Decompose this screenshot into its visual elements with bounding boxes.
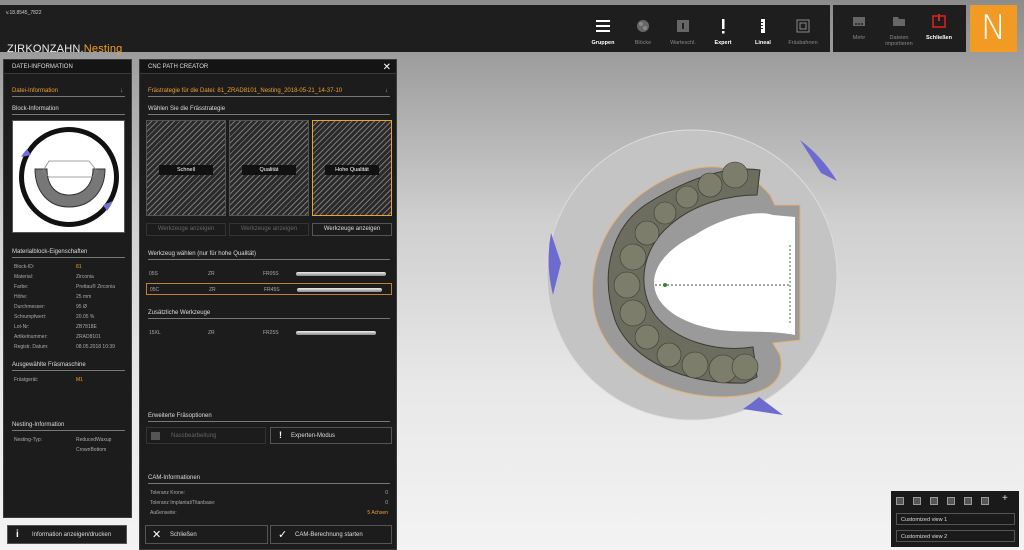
nesting-row-2: CrownBottom [76, 447, 107, 453]
print-info-button[interactable]: i Information anzeigen/drucken [7, 525, 127, 544]
prop-row: Artikelnummer: ZRAD8101 [14, 334, 101, 340]
blocks-icon [637, 20, 649, 32]
file-info-panel: DATEI-INFORMATION Datei-Information ↓ Blo… [3, 59, 132, 518]
tool-15xl-image [296, 331, 376, 335]
tool-05c-image [297, 288, 382, 292]
choose-strategy-heading: Wählen Sie die Frässtrategie [148, 106, 390, 115]
tool-05s-image [296, 272, 386, 276]
toolbar-lineal-button[interactable]: Lineal [743, 10, 783, 56]
prop-row: Lot-Nr: ZB7818E [14, 324, 97, 330]
close-button[interactable]: ✕ Schließen [145, 525, 268, 544]
custom-views-panel: + Customized view 1 Customized view 2 [891, 491, 1019, 547]
wet-machining-button[interactable]: Nassbearbeitung [146, 427, 266, 444]
app-brand: ZIRKONZAHN.Nesting [7, 43, 122, 55]
machine-row: Frästgerät: M1 [14, 377, 83, 383]
strategy-hohe-qualitaet-tile[interactable]: Hohe Qualität [312, 120, 392, 216]
custom-view-2[interactable]: Customized view 2 [896, 530, 1015, 542]
close-icon: ✕ [152, 529, 162, 541]
tool-row-15xl[interactable]: 15XL ZR FR25S [146, 327, 392, 339]
prop-row: Durchmesser: 95 Ø [14, 304, 87, 310]
toolbar-import-button[interactable]: Dateien importieren [879, 5, 919, 51]
section-nesting: Nesting-Information [12, 422, 125, 431]
prop-row: Material: Zirconia [14, 274, 94, 280]
close-icon[interactable]: ✕ [383, 62, 391, 73]
chevron-down-icon: ↓ [120, 88, 123, 94]
toolpath-icon [796, 19, 810, 33]
section-material-props: Materialblock-Eigenschaften [12, 249, 125, 258]
prop-row: Schrumpfwert: 20.05 % [14, 314, 95, 320]
block-edge-mark [800, 140, 837, 181]
prop-row: Höhe: 25 mm [14, 294, 92, 300]
nesting-row: Nesting-Typ: ReducedWaxup [14, 437, 112, 443]
nesting-3d-view[interactable] [545, 125, 840, 425]
strategy-schnell-tile[interactable]: Schnell [146, 120, 226, 216]
section-machine: Ausgewählte Fräsmaschine [12, 362, 125, 371]
chevron-down-icon: ↓ [385, 88, 388, 94]
file-strategy-line[interactable]: Frästrategie für die Datei: 81_ZRAD8101_… [148, 88, 390, 97]
right-toolbar: Mehr Dateien importieren Schließen [833, 5, 966, 52]
toolbar-bloecke-button[interactable]: Blöcke [623, 10, 663, 56]
check-icon: ✓ [278, 529, 288, 541]
grid-icon [151, 432, 160, 440]
custom-view-1[interactable]: Customized view 1 [896, 513, 1015, 525]
view-icon-5[interactable] [964, 497, 972, 505]
choose-tool-heading: Werkzeug wählen (nur für hohe Qualität) [148, 251, 390, 260]
brand-accent: Nesting [83, 43, 123, 55]
toolbar-fraesbahnen-button[interactable]: Fräsbahnen [783, 10, 823, 56]
cam-row: Außenseite: 5 Achsen [150, 510, 388, 516]
toolbar-gruppen-button[interactable]: Gruppen [583, 10, 623, 56]
toolbar-schliessen-button[interactable]: Schließen [919, 5, 959, 51]
cam-row: Toleranz Implantat/Titanbase: 0 [150, 500, 388, 506]
toolbar-mehr-button[interactable]: Mehr [839, 5, 879, 51]
toolbar-expert-button[interactable]: Expert [703, 10, 743, 56]
more-icon [853, 17, 865, 26]
view-icon-4[interactable] [947, 497, 955, 505]
exclamation-icon [722, 19, 725, 34]
view-icon-3[interactable] [930, 497, 938, 505]
list-icon [596, 20, 610, 32]
file-info-header: DATEI-INFORMATION [4, 60, 131, 74]
additional-tools-heading: Zusätzliche Werkzeuge [148, 310, 390, 319]
version-label: v.18.8545_7822 [6, 10, 42, 16]
view-icon-6[interactable] [981, 497, 989, 505]
cnc-header: CNC PATH CREATOR [140, 60, 396, 74]
section-block-info: Block-Information [12, 106, 125, 115]
prop-row: Farbe: Prettau® Zirconia [14, 284, 115, 290]
exclamation-icon: ! [279, 430, 282, 440]
start-cam-button[interactable]: ✓ CAM-Berechnung starten [270, 525, 392, 544]
show-tools-hohe-qualitaet-button[interactable]: Werkzeuge anzeigen [312, 223, 392, 236]
prop-row: Block-ID: 81 [14, 264, 82, 270]
add-view-icon[interactable]: + [1002, 493, 1008, 504]
show-tools-qualitaet-button[interactable]: Werkzeuge anzeigen [229, 223, 309, 236]
tool-row-05s[interactable]: 05S ZR FR05S [146, 268, 392, 280]
brand-main: ZIRKONZAHN. [7, 43, 84, 55]
expert-mode-button[interactable]: ! Experten-Modus [270, 427, 392, 444]
block-preview-image [19, 127, 119, 227]
queue-icon [677, 20, 689, 32]
nesting-logo: N [970, 5, 1017, 52]
top-toolbar: v.18.8545_7822 ZIRKONZAHN.Nesting Gruppe… [0, 5, 830, 55]
show-tools-schnell-button[interactable]: Werkzeuge anzeigen [146, 223, 226, 236]
cam-info-heading: CAM-Informationen [148, 475, 390, 484]
prop-row: Registr. Datum: 08.05.2018 10:39 [14, 344, 115, 350]
view-icon-1[interactable] [896, 497, 904, 505]
folder-icon [893, 17, 905, 26]
block-preview [12, 120, 125, 233]
tool-row-05c[interactable]: 05C ZR FR45S [146, 283, 392, 295]
extended-options-heading: Erweiterte Fräsoptionen [148, 413, 390, 422]
ruler-icon [761, 19, 765, 33]
strategy-qualitaet-tile[interactable]: Qualität [229, 120, 309, 216]
toolbar-warteschl-button[interactable]: Warteschl. [663, 10, 703, 56]
view-icon-2[interactable] [913, 497, 921, 505]
info-icon: i [16, 529, 19, 540]
section-file-info[interactable]: Datei-Information ↓ [12, 88, 125, 97]
power-icon [932, 14, 946, 28]
cam-row: Toleranz Krone: 0 [150, 490, 388, 496]
